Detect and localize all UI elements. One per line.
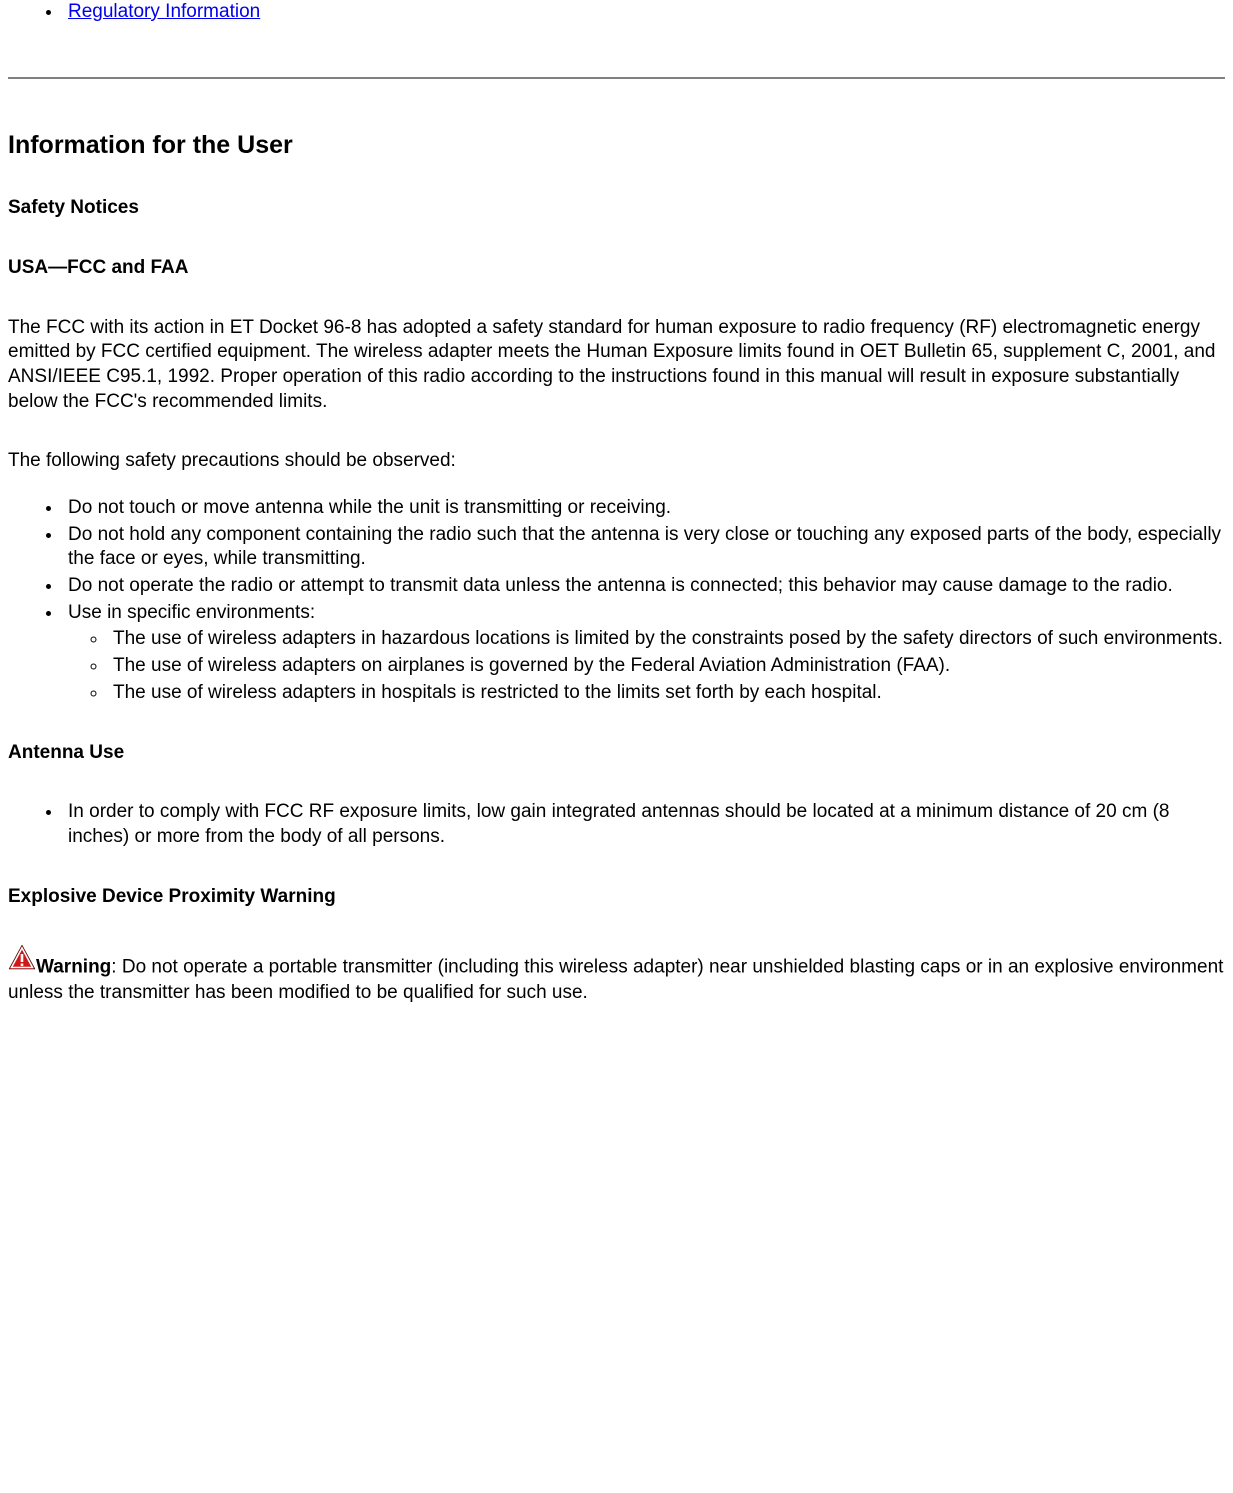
usa-fcc-faa-heading: USA—FCC and FAA xyxy=(8,256,1225,281)
list-item: The use of wireless adapters on airplane… xyxy=(108,654,1225,679)
antenna-use-heading: Antenna Use xyxy=(8,741,1225,766)
list-item: The use of wireless adapters in hospital… xyxy=(108,681,1225,706)
explosive-warning-heading: Explosive Device Proximity Warning xyxy=(8,885,1225,910)
regulatory-information-link[interactable]: Regulatory Information xyxy=(68,1,260,22)
safety-precautions-list: Do not touch or move antenna while the u… xyxy=(8,496,1225,706)
list-item: Do not hold any component containing the… xyxy=(63,523,1225,572)
usa-para-1: The FCC with its action in ET Docket 96-… xyxy=(8,316,1225,415)
warning-text: : Do not operate a portable transmitter … xyxy=(8,957,1223,1003)
page-title: Information for the User xyxy=(8,129,1225,162)
list-item-text: Use in specific environments: xyxy=(68,602,315,623)
top-link-item: Regulatory Information xyxy=(63,0,1225,25)
top-link-list: Regulatory Information xyxy=(8,0,1225,25)
environments-sublist: The use of wireless adapters in hazardou… xyxy=(68,627,1225,705)
list-item: Use in specific environments: The use of… xyxy=(63,601,1225,706)
warning-label: Warning xyxy=(36,957,111,978)
safety-notices-heading: Safety Notices xyxy=(8,196,1225,221)
list-item: Do not operate the radio or attempt to t… xyxy=(63,574,1225,599)
antenna-use-list: In order to comply with FCC RF exposure … xyxy=(8,800,1225,849)
usa-para-2: The following safety precautions should … xyxy=(8,449,1225,474)
list-item: The use of wireless adapters in hazardou… xyxy=(108,627,1225,652)
list-item: Do not touch or move antenna while the u… xyxy=(63,496,1225,521)
warning-icon xyxy=(8,944,36,978)
list-item: In order to comply with FCC RF exposure … xyxy=(63,800,1225,849)
explosive-warning-paragraph: Warning: Do not operate a portable trans… xyxy=(8,944,1225,1005)
section-divider xyxy=(8,77,1225,79)
